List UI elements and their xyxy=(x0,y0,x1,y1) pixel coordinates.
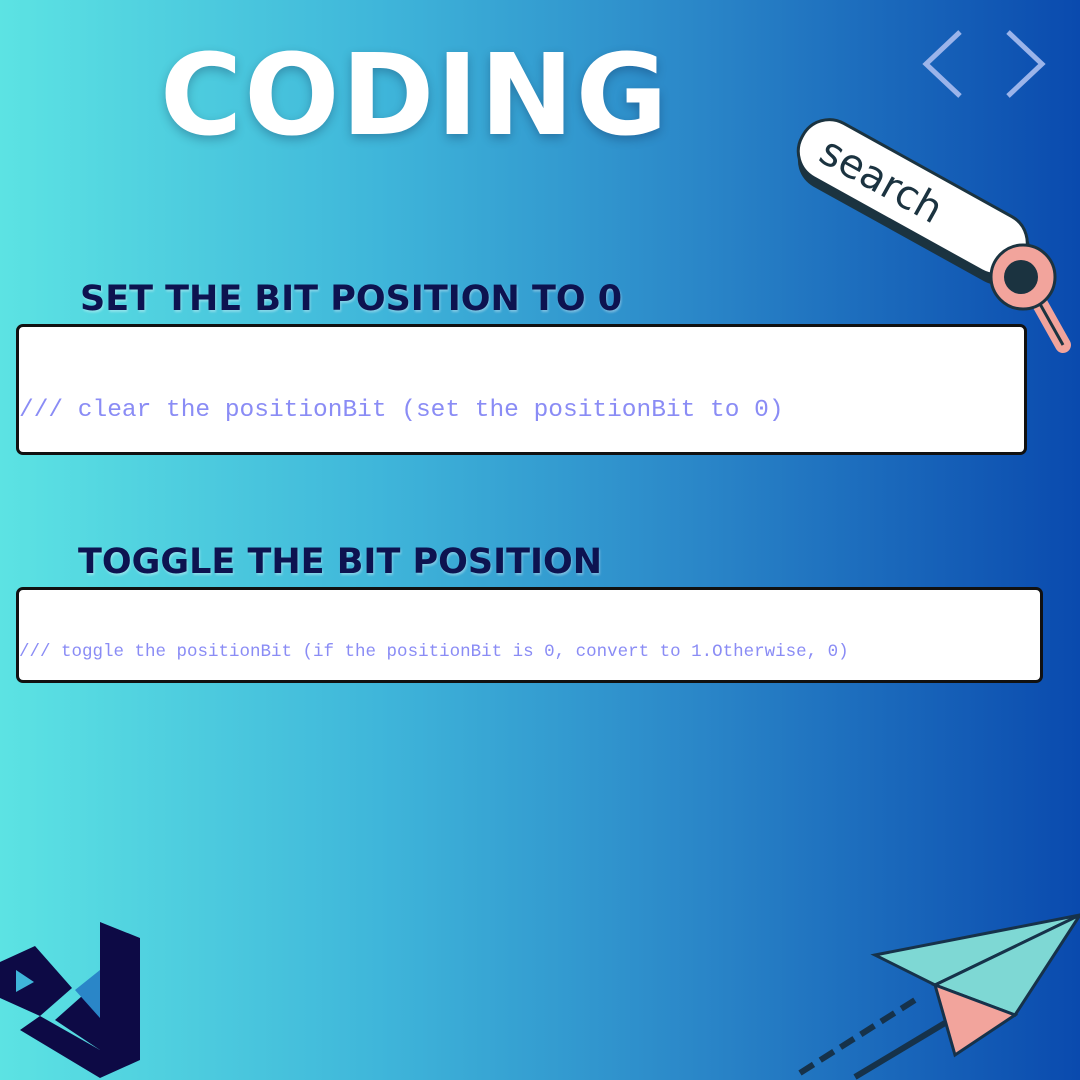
code-comment: /// toggle the positionBit (if the posit… xyxy=(19,642,849,662)
chevron-left-icon xyxy=(922,30,962,98)
paper-plane-icon xyxy=(798,913,1080,1080)
page-title: CODING xyxy=(160,31,670,161)
code-comment: /// clear the positionBit (set the posit… xyxy=(19,397,784,424)
code-block-clear-bit: /// clear the positionBit (set the posit… xyxy=(16,324,1027,455)
visual-studio-logo xyxy=(0,922,140,1078)
section-heading-clear-bit: SET THE BIT POSITION TO 0 xyxy=(80,279,623,319)
code-block-toggle-bit: /// toggle the positionBit (if the posit… xyxy=(16,587,1043,683)
chevron-right-icon xyxy=(1006,30,1046,98)
code-chevrons-icon xyxy=(922,30,1046,98)
section-heading-toggle-bit: TOGGLE THE BIT POSITION xyxy=(78,542,603,582)
